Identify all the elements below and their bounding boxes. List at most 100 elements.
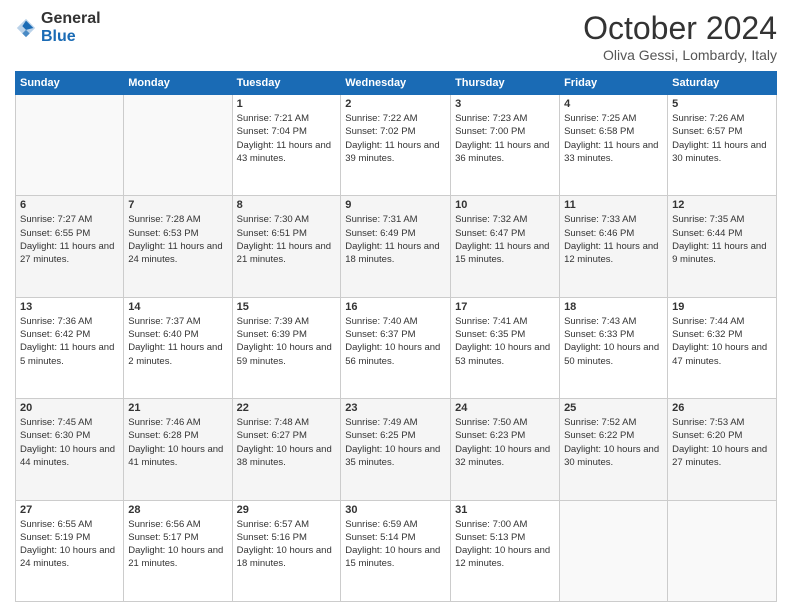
calendar-cell: 30 Sunrise: 6:59 AM Sunset: 5:14 PM Dayligh… [341, 500, 451, 601]
logo: General Blue [15, 10, 101, 46]
daylight-text: Daylight: 10 hours and 50 minutes. [564, 342, 659, 366]
week-row: 27Sunrise: 6:55 AMSunset: 5:19 PMDayligh… [16, 500, 777, 601]
day-number: 14 [128, 301, 227, 313]
sunrise-text: Sunrise: 7:41 AM [455, 316, 527, 327]
sunrise-text: Sunrise: 7:36 AM [20, 316, 92, 327]
sunset-text: Sunset: 6:55 PM [20, 228, 90, 239]
sunset-text: Sunset: 6:49 PM [345, 228, 415, 239]
sunset-text: Sunset: 5:14 PM [345, 532, 415, 543]
calendar-cell: 25Sunrise: 7:52 AMSunset: 6:22 PMDayligh… [560, 399, 668, 500]
header-day: Friday [560, 72, 668, 95]
title-section: October 2024 Oliva Gessi, Lombardy, Ital… [583, 10, 777, 63]
day-number: 21 [128, 402, 227, 414]
day-number: 16 [345, 301, 446, 313]
cell-content: Sunrise: 7:22 AMSunset: 7:02 PMDaylight:… [345, 112, 446, 165]
header-day: Tuesday [232, 72, 341, 95]
day-number: 28 [128, 504, 227, 516]
day-number: 1 [237, 98, 337, 110]
daylight-text: Daylight: 10 hours and 53 minutes. [455, 342, 550, 366]
cell-content: Sunrise: 7:43 AMSunset: 6:33 PMDaylight:… [564, 315, 663, 368]
sunrise-text: Sunrise: 7:52 AM [564, 417, 636, 428]
week-row: 6Sunrise: 7:27 AMSunset: 6:55 PMDaylight… [16, 196, 777, 297]
daylight-text: Daylight: 11 hours and 9 minutes. [672, 241, 766, 265]
day-number: 22 [237, 402, 337, 414]
cell-content: Sunrise: 7:53 AMSunset: 6:20 PMDaylight:… [672, 416, 772, 469]
day-number: 20 [20, 402, 119, 414]
calendar-page: General Blue October 2024 Oliva Gessi, L… [0, 0, 792, 612]
sunset-text: Sunset: 6:51 PM [237, 228, 307, 239]
sunset-text: Sunset: 5:19 PM [20, 532, 90, 543]
calendar-cell: 13Sunrise: 7:36 AMSunset: 6:42 PMDayligh… [16, 297, 124, 398]
sunset-text: Sunset: 6:37 PM [345, 329, 415, 340]
cell-content: Sunrise: 7:30 AMSunset: 6:51 PMDaylight:… [237, 213, 337, 266]
calendar-cell: 11Sunrise: 7:33 AMSunset: 6:46 PMDayligh… [560, 196, 668, 297]
calendar-cell: 7 Sunrise: 7:28 AMSunset: 6:53 PMDaylight… [124, 196, 232, 297]
calendar-cell: 1Sunrise: 7:21 AMSunset: 7:04 PMDaylight… [232, 95, 341, 196]
day-number: 17 [455, 301, 555, 313]
logo-general: General [41, 10, 101, 27]
sunset-text: Sunset: 6:23 PM [455, 430, 525, 441]
logo-text: General Blue [41, 10, 101, 46]
calendar-cell [16, 95, 124, 196]
sunrise-text: Sunrise: 7:33 AM [564, 214, 636, 225]
calendar-cell: 29Sunrise: 6:57 AMSunset: 5:16 PMDayligh… [232, 500, 341, 601]
location: Oliva Gessi, Lombardy, Italy [583, 47, 777, 63]
daylight-text: Daylight: 11 hours and 12 minutes. [564, 241, 658, 265]
sunrise-text: Sunrise: 7:49 AM [345, 417, 417, 428]
day-number: 6 [20, 199, 119, 211]
sunset-text: Sunset: 6:44 PM [672, 228, 742, 239]
daylight-text: Daylight: 11 hours and 2 minutes. [128, 342, 222, 366]
day-number: 7 [128, 199, 227, 211]
sunset-text: Sunset: 6:40 PM [128, 329, 198, 340]
cell-content: Sunrise: 7:39 AMSunset: 6:39 PMDaylight:… [237, 315, 337, 368]
day-number: 9 [345, 199, 446, 211]
calendar-cell: 27Sunrise: 6:55 AMSunset: 5:19 PMDayligh… [16, 500, 124, 601]
sunset-text: Sunset: 7:00 PM [455, 126, 525, 137]
calendar-cell: 20Sunrise: 7:45 AMSunset: 6:30 PMDayligh… [16, 399, 124, 500]
daylight-text: Daylight: 10 hours and 35 minutes. [345, 444, 440, 468]
calendar-cell: 24Sunrise: 7:50 AMSunset: 6:23 PMDayligh… [451, 399, 560, 500]
calendar-cell: 14 Sunrise: 7:37 AM Sunset: 6:40 PM Dayligh… [124, 297, 232, 398]
daylight-text: Daylight: 10 hours and 12 minutes. [455, 545, 550, 569]
daylight-text: Daylight: 11 hours and 27 minutes. [20, 241, 114, 265]
day-number: 30 [345, 504, 446, 516]
week-row: 20Sunrise: 7:45 AMSunset: 6:30 PMDayligh… [16, 399, 777, 500]
sunset-text: Sunset: 6:46 PM [564, 228, 634, 239]
logo-blue: Blue [41, 28, 76, 45]
day-number: 19 [672, 301, 772, 313]
sunset-text: Sunset: 6:33 PM [564, 329, 634, 340]
day-number: 5 [672, 98, 772, 110]
day-number: 24 [455, 402, 555, 414]
daylight-text: Daylight: 10 hours and 44 minutes. [20, 444, 115, 468]
daylight-text: Daylight: 10 hours and 38 minutes. [237, 444, 332, 468]
calendar-table: SundayMondayTuesdayWednesdayThursdayFrid… [15, 71, 777, 602]
sunrise-text: Sunrise: 7:39 AM [237, 316, 309, 327]
daylight-text: Daylight: 11 hours and 43 minutes. [237, 140, 331, 164]
sunrise-text: Sunrise: 7:22 AM [345, 113, 417, 124]
sunset-text: Sunset: 7:04 PM [237, 126, 307, 137]
daylight-text: Daylight: 10 hours and 18 minutes. [237, 545, 332, 569]
calendar-cell: 12 Sunrise: 7:35 AM Sunset: 6:44 PM Dayligh… [668, 196, 777, 297]
sunrise-text: Sunrise: 6:59 AM [345, 519, 417, 530]
sunset-text: Sunset: 6:58 PM [564, 126, 634, 137]
daylight-text: Daylight: 10 hours and 21 minutes. [128, 545, 223, 569]
calendar-cell [124, 95, 232, 196]
cell-content: Sunrise: 7:28 AMSunset: 6:53 PMDaylight:… [128, 213, 227, 266]
day-number: 12 [672, 199, 772, 211]
daylight-text: Daylight: 10 hours and 15 minutes. [345, 545, 440, 569]
sunrise-text: Sunrise: 7:37 AM [128, 316, 200, 327]
daylight-text: Daylight: 11 hours and 33 minutes. [564, 140, 658, 164]
calendar-cell: 21Sunrise: 7:46 AMSunset: 6:28 PMDayligh… [124, 399, 232, 500]
header-day: Thursday [451, 72, 560, 95]
calendar-cell [560, 500, 668, 601]
sunrise-text: Sunrise: 7:35 AM [672, 214, 744, 225]
cell-content: Sunrise: 7:31 AMSunset: 6:49 PMDaylight:… [345, 213, 446, 266]
day-number: 23 [345, 402, 446, 414]
sunset-text: Sunset: 6:30 PM [20, 430, 90, 441]
sunrise-text: Sunrise: 7:30 AM [237, 214, 309, 225]
day-number: 27 [20, 504, 119, 516]
sunrise-text: Sunrise: 7:31 AM [345, 214, 417, 225]
sunrise-text: Sunrise: 7:53 AM [672, 417, 744, 428]
calendar-cell [668, 500, 777, 601]
sunset-text: Sunset: 6:22 PM [564, 430, 634, 441]
